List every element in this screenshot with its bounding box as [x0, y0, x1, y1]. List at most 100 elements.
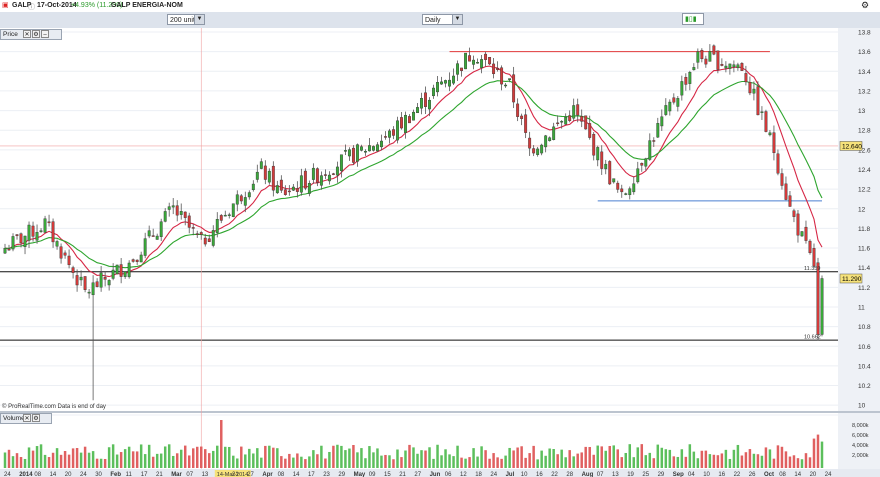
- close-icon[interactable]: ✕: [23, 414, 31, 422]
- candle-body: [644, 158, 648, 167]
- candle-body: [79, 276, 83, 281]
- candle-body: [592, 134, 596, 156]
- y-tick-label: 11.2: [858, 285, 871, 292]
- candle-body: [159, 221, 163, 237]
- x-tick-label: 21: [156, 472, 163, 477]
- volume-bar: [292, 457, 295, 468]
- candle-body: [7, 248, 11, 251]
- volume-bar: [115, 454, 119, 468]
- volume-panel-label: Volume: [3, 415, 25, 422]
- candle-body: [640, 162, 644, 166]
- candle-body: [215, 219, 219, 233]
- close-icon[interactable]: ✕: [23, 30, 31, 38]
- x-tick-label: 19: [627, 472, 634, 477]
- volume-bar: [444, 449, 447, 468]
- candle-body: [652, 140, 656, 142]
- candle-body: [191, 227, 195, 229]
- candle-body: [512, 74, 516, 103]
- candle-body: [35, 232, 39, 241]
- x-tick-label: 24: [4, 472, 11, 477]
- candle-body: [620, 188, 624, 193]
- candle-body: [295, 188, 299, 192]
- settings-icon[interactable]: ⚙: [32, 414, 40, 422]
- gear-icon[interactable]: ⚙: [861, 0, 869, 11]
- volume-bar: [700, 450, 704, 468]
- info-icon[interactable]: ⓘ: [28, 2, 35, 12]
- x-tick-label: 27: [414, 472, 421, 477]
- volume-bar: [572, 456, 575, 468]
- menu-icon[interactable]: ▣: [2, 1, 9, 9]
- candle-body: [600, 151, 604, 169]
- candle-body: [464, 52, 468, 70]
- candle-body: [624, 193, 628, 195]
- candle-body: [303, 170, 307, 189]
- volume-bar: [696, 458, 700, 468]
- candle-body: [355, 144, 359, 162]
- candle-body: [15, 234, 19, 236]
- x-tick-label: 14: [50, 472, 57, 477]
- minimize-icon[interactable]: –: [41, 30, 49, 38]
- volume-bar: [191, 448, 195, 468]
- settings-icon[interactable]: ⚙: [32, 30, 40, 38]
- volume-bar: [536, 459, 539, 468]
- interval-select[interactable]: Daily ▼: [422, 14, 463, 25]
- y-tick-label: 12: [858, 206, 866, 213]
- units-select[interactable]: 200 units ▼: [167, 14, 205, 25]
- volume-bar: [400, 457, 403, 468]
- x-tick-label: 29: [338, 472, 345, 477]
- x-tick-label: Mar: [171, 472, 182, 477]
- candle-body: [604, 163, 608, 170]
- volume-bar: [800, 459, 804, 468]
- volume-bar: [660, 447, 664, 468]
- volume-bar: [472, 448, 475, 468]
- candle-body: [11, 236, 15, 250]
- candle-body: [396, 120, 399, 141]
- candle-body: [700, 49, 704, 60]
- volume-bar: [520, 446, 523, 468]
- y-tick-label: 12.8: [858, 128, 871, 135]
- candle-body: [736, 64, 740, 69]
- candle-body: [612, 178, 616, 183]
- candle-body: [564, 116, 568, 125]
- volume-bar: [656, 444, 660, 468]
- volume-bar: [508, 447, 511, 468]
- volume-bar: [688, 444, 692, 468]
- x-tick-label: 29: [658, 472, 665, 477]
- candle-body: [748, 81, 752, 94]
- volume-bar: [195, 446, 199, 468]
- volume-bar: [568, 450, 571, 468]
- volume-bar: [208, 453, 211, 468]
- y-tick-label: 12.4: [858, 167, 871, 174]
- chart-type-button[interactable]: ▮▯▮: [682, 13, 704, 25]
- candle-body: [496, 68, 500, 70]
- candle-body: [452, 75, 455, 84]
- candle-body: [376, 144, 379, 152]
- volume-bar: [768, 449, 772, 468]
- candle-body: [796, 213, 800, 236]
- price-plot-area[interactable]: [0, 28, 838, 411]
- x-tick-label: 20: [810, 472, 817, 477]
- volume-bar: [680, 449, 684, 468]
- candle-body: [680, 81, 684, 96]
- candle-body: [812, 248, 816, 267]
- volume-bar: [756, 454, 760, 468]
- x-tick-label: 07: [597, 472, 604, 477]
- volume-axis-label: 6,000k: [852, 433, 869, 439]
- x-tick-label: Jun: [430, 472, 441, 477]
- volume-bar: [396, 449, 399, 468]
- volume-bar: [352, 445, 355, 468]
- candle-body: [572, 105, 576, 119]
- candle-body: [127, 262, 131, 278]
- candle-body: [95, 281, 99, 287]
- volume-bar: [71, 448, 75, 468]
- volume-bar: [244, 454, 247, 468]
- volume-bar: [456, 445, 459, 468]
- candle-body: [820, 278, 824, 335]
- x-tick-label: 08: [779, 472, 786, 477]
- volume-bar: [616, 449, 619, 468]
- candle-body: [235, 194, 239, 205]
- controls-bar: 200 units ▼ Daily ▼ ▮▯▮: [0, 12, 880, 28]
- candle-body: [636, 168, 640, 183]
- volume-bar: [260, 457, 263, 468]
- candle-body: [167, 206, 171, 210]
